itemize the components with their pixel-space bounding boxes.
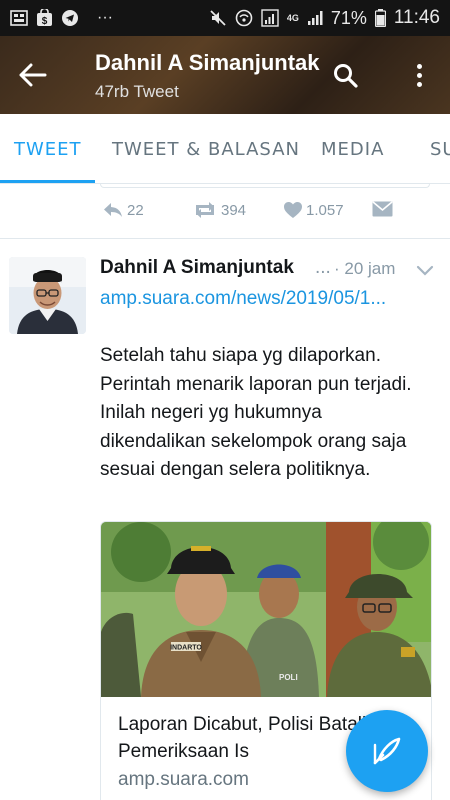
tweet-author-name[interactable]: Dahnil A Simanjuntak	[100, 257, 294, 279]
tweet-link[interactable]: amp.suara.com/news/2019/05/1...	[100, 288, 440, 310]
retweet-icon	[196, 202, 214, 218]
compose-quill-icon	[373, 737, 401, 765]
more-dot-icon	[416, 63, 422, 69]
like-button[interactable]: 1.057	[283, 201, 344, 219]
back-arrow-icon	[19, 63, 47, 87]
battery-percent: 71%	[330, 7, 367, 28]
envelope-icon	[372, 201, 393, 217]
reply-button[interactable]: 22	[102, 201, 144, 219]
tweet-menu-button[interactable]	[416, 261, 434, 279]
network-type-label: 4G	[286, 12, 299, 23]
tab-tweet[interactable]: TWEET	[14, 114, 82, 183]
wifi-calling-icon	[235, 9, 253, 27]
direct-message-button[interactable]	[372, 201, 393, 217]
header-title: Dahnil A Simanjuntak	[95, 50, 320, 75]
more-options-button[interactable]	[405, 58, 433, 92]
back-button[interactable]	[16, 58, 50, 92]
card-image: INDARTO POLI	[101, 522, 431, 697]
status-time: 11:46	[393, 7, 440, 28]
search-icon	[334, 64, 358, 88]
reply-icon	[104, 203, 122, 217]
retweet-count: 394	[221, 201, 247, 219]
card-domain: amp.suara.com	[118, 769, 249, 790]
card-name-tag: INDARTO	[170, 645, 202, 652]
battery-icon	[374, 9, 386, 27]
profile-header: Dahnil A Simanjuntak 47rb Tweet	[0, 36, 450, 114]
like-count: 1.057	[306, 201, 344, 219]
previous-tweet-actions: 22 394 1.057	[0, 184, 450, 239]
previous-card-edge	[100, 184, 430, 188]
active-tab-indicator	[0, 180, 95, 183]
profile-tabs: TWEET TWEET & BALASAN MEDIA SUKA	[0, 114, 450, 184]
gallery-icon	[10, 10, 28, 26]
tweet-author-ellipsis: ...	[315, 257, 331, 278]
tweet-text: Setelah tahu siapa yg dilaporkan. Perint…	[100, 345, 412, 481]
status-bar: $ ··· 4G 71% 11:46	[0, 0, 450, 36]
tab-tweet-balasan[interactable]: TWEET & BALASAN	[112, 114, 300, 183]
card-vest-text: POLI	[279, 673, 298, 682]
tab-media[interactable]: MEDIA	[321, 114, 384, 183]
tweet-timestamp: · 20 jam	[334, 259, 396, 278]
tab-suka[interactable]: SUKA	[430, 114, 450, 183]
search-button[interactable]	[330, 60, 362, 92]
signal-icon	[261, 9, 279, 27]
mute-icon	[209, 9, 227, 27]
compose-tweet-button[interactable]	[346, 710, 428, 792]
svg-text:$: $	[42, 16, 48, 27]
more-notifications-icon: ···	[97, 9, 113, 26]
avatar[interactable]	[9, 257, 86, 334]
telegram-icon	[61, 9, 79, 27]
shopping-icon: $	[36, 9, 53, 27]
more-dot-icon	[416, 81, 422, 87]
retweet-button[interactable]: 394	[192, 201, 246, 219]
more-dot-icon	[416, 72, 422, 78]
heart-icon	[284, 202, 302, 218]
cell-signal-icon	[307, 10, 323, 26]
reply-count: 22	[127, 201, 144, 219]
chevron-down-icon	[416, 265, 434, 276]
header-tweet-count: 47rb Tweet	[95, 82, 179, 101]
